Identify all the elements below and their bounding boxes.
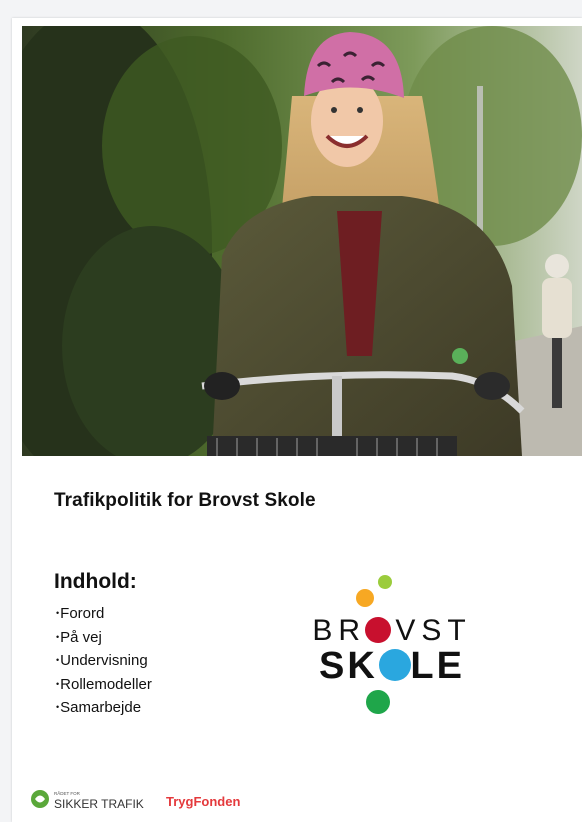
trygfonden-logo: TrygFonden — [166, 794, 240, 809]
sikker-trafik-text: SIKKER TRAFIK — [54, 797, 144, 811]
toc-heading: Indhold: — [54, 570, 137, 593]
toc-item-samarbejde: Samarbejde — [56, 696, 152, 720]
sikker-trafik-small-text: RÅDET FOR — [54, 790, 81, 796]
toc-item-forord: Forord — [56, 602, 152, 626]
logo-dot-red — [365, 617, 391, 643]
logo-dot-green — [366, 690, 390, 714]
logo-dot-blue — [379, 649, 411, 681]
toc-item-undervisning: Undervisning — [56, 649, 152, 673]
photo-girl-bicycle-icon — [22, 26, 582, 456]
logo-dot-orange — [356, 589, 374, 607]
logo-dot-lime — [378, 575, 392, 589]
sikker-trafik-logo: RÅDET FOR SIKKER TRAFIK — [31, 790, 144, 811]
logo-text-brovst: BROVST — [312, 614, 471, 647]
toc-list: Forord På vej Undervisning Rollemodeller… — [56, 602, 152, 720]
footer-logos: RÅDET FOR SIKKER TRAFIK TrygFonden — [31, 790, 240, 811]
brovst-skole-logo: BROVST SKOLE — [312, 575, 471, 714]
toc-item-rollemodeller: Rollemodeller — [56, 673, 152, 697]
document-page: Trafikpolitik for Brovst Skole Indhold: … — [12, 18, 582, 822]
document-title: Trafikpolitik for Brovst Skole — [54, 490, 316, 511]
toc-item-paa-vej: På vej — [56, 626, 152, 650]
cover-photo — [22, 26, 582, 456]
